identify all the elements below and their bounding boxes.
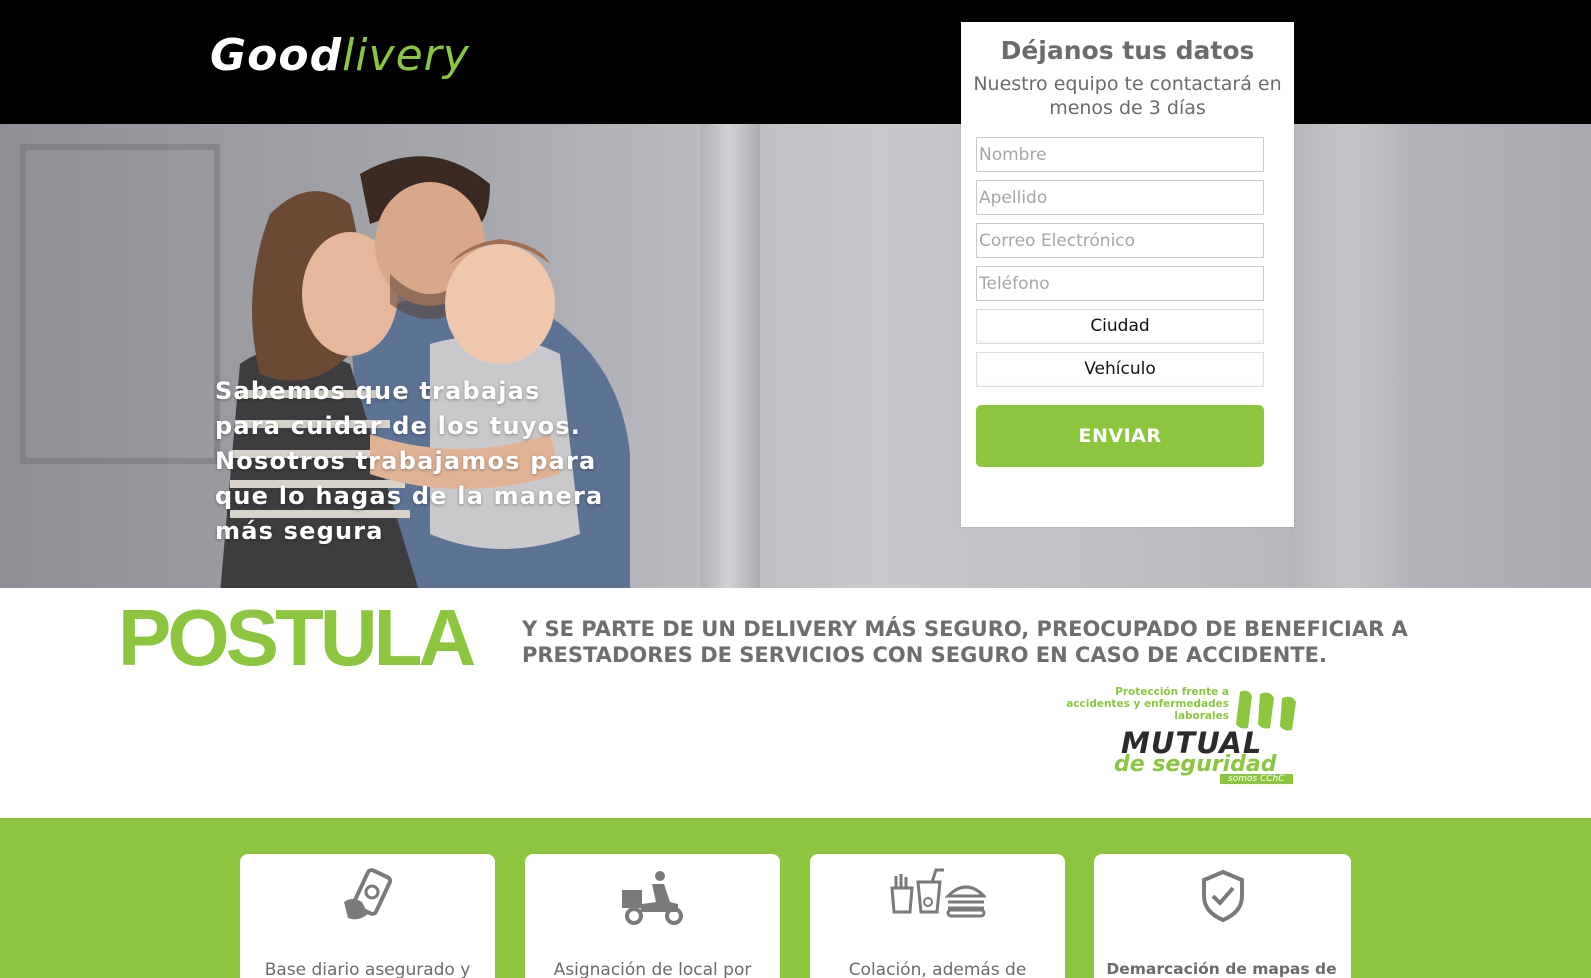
apellido-field[interactable] (976, 180, 1264, 215)
shield-check-icon (1201, 869, 1244, 923)
feature-text: Base diario asegurado y (264, 960, 471, 978)
feature-card: Base diario asegurado y (240, 854, 495, 978)
features-section: Base diario asegurado y Asignación de lo… (0, 818, 1591, 978)
goodlivery-logo[interactable]: Goodlivery (210, 30, 470, 81)
telefono-field[interactable] (976, 266, 1264, 301)
form-title: Déjanos tus datos (1000, 36, 1255, 65)
postula-description: Y SE PARTE DE UN DELIVERY MÁS SEGURO, PR… (522, 617, 1408, 667)
feature-card: Demarcación de mapas de (1094, 854, 1351, 978)
email-field[interactable] (976, 223, 1264, 258)
logo-part-livery: livery (342, 30, 470, 81)
lead-form: Déjanos tus datos Nuestro equipo te cont… (961, 22, 1294, 527)
top-header: Goodlivery (0, 0, 1591, 124)
feature-card: Asignación de local por (525, 854, 780, 978)
enviar-button[interactable]: ENVIAR (976, 405, 1264, 467)
meal-icon (889, 868, 986, 918)
nombre-field[interactable] (976, 137, 1264, 172)
mutual-badge: somos CChC (1220, 774, 1293, 784)
postula-heading: POSTULA (118, 593, 476, 682)
feature-text: Asignación de local por (553, 960, 752, 978)
feature-text: Colación, además de (848, 960, 1027, 978)
phone-payment-icon (343, 868, 392, 920)
logo-part-good: Good (210, 30, 343, 81)
feature-text: Demarcación de mapas de (1106, 960, 1337, 978)
hero-background-curtain (700, 124, 760, 588)
mutual-logo: Protección frente a accidentes y enferme… (1066, 686, 1341, 786)
vehiculo-select[interactable]: Vehículo (976, 352, 1264, 387)
form-subtitle: Nuestro equipo te contactará en menos de… (973, 73, 1282, 119)
ciudad-select[interactable]: Ciudad (976, 309, 1264, 344)
hero-background-window (20, 144, 220, 464)
feature-card: Colación, además de (810, 854, 1065, 978)
hero-background-curtain-right (1290, 124, 1410, 588)
delivery-scooter-icon (621, 871, 683, 925)
mutual-tagline: Protección frente a accidentes y enferme… (1066, 686, 1229, 722)
hero-banner: Sabemos que trabajas para cuidar de los … (0, 124, 1591, 588)
hero-headline: Sabemos que trabajas para cuidar de los … (215, 377, 604, 545)
